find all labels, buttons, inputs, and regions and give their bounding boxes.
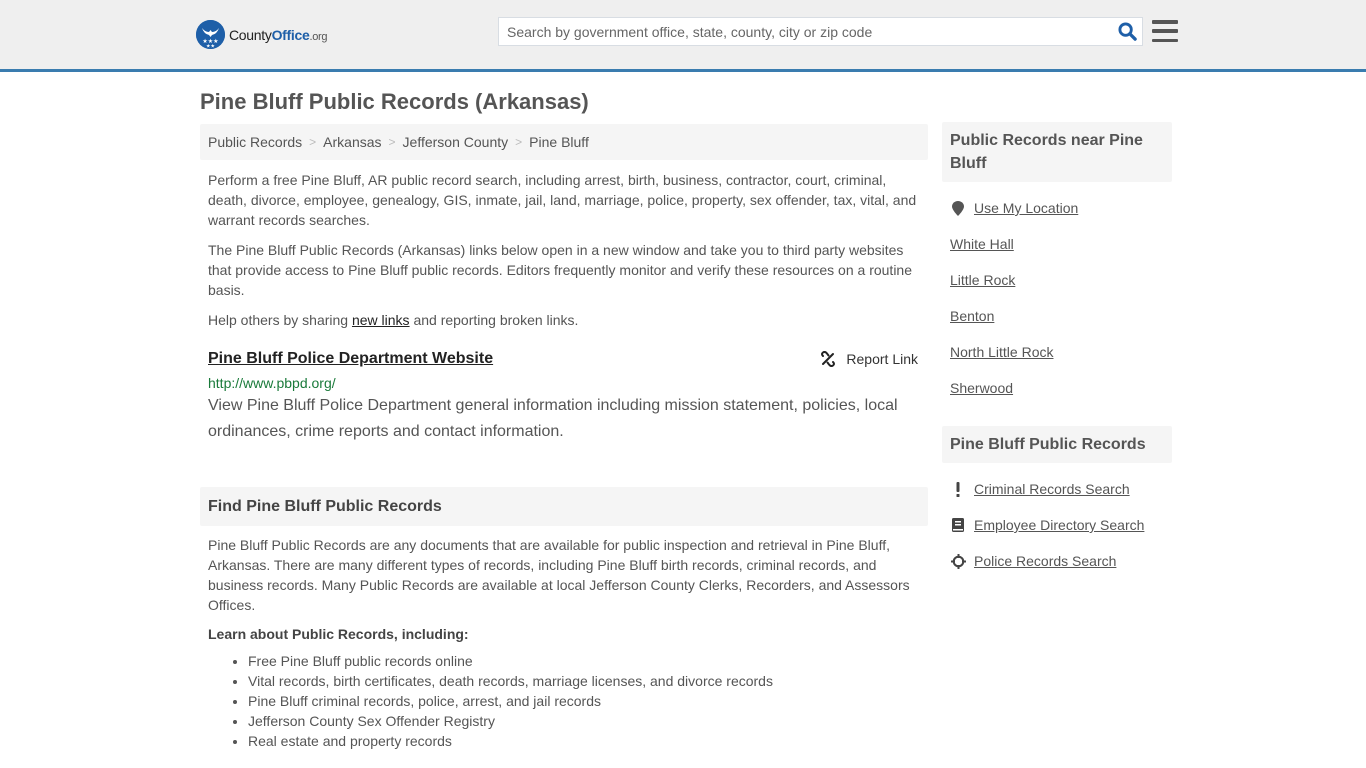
nearby-link-benton[interactable]: Benton: [950, 308, 994, 324]
main-content: Public Records > Arkansas > Jefferson Co…: [200, 124, 928, 751]
map-marker-icon: [950, 200, 966, 216]
city-records-heading: Pine Bluff Public Records: [942, 426, 1172, 463]
record-item: Pine Bluff Police Department Website Rep…: [200, 350, 928, 445]
criminal-records-search-link[interactable]: Criminal Records Search: [974, 481, 1130, 497]
police-records-search-link[interactable]: Police Records Search: [974, 553, 1116, 569]
list-item: Free Pine Bluff public records online: [248, 651, 928, 671]
learn-about-list: Free Pine Bluff public records online Vi…: [200, 651, 928, 751]
breadcrumb-arkansas[interactable]: Arkansas: [323, 134, 381, 150]
list-item: Jefferson County Sex Offender Registry: [248, 711, 928, 731]
broken-link-icon: [821, 351, 836, 367]
nearby-link-white-hall[interactable]: White Hall: [950, 236, 1014, 252]
site-logo[interactable]: ★★★ ★★ CountyOffice.org: [196, 20, 328, 49]
breadcrumb-public-records[interactable]: Public Records: [208, 134, 302, 150]
list-item: Pine Bluff criminal records, police, arr…: [248, 691, 928, 711]
record-title-link[interactable]: Pine Bluff Police Department Website: [208, 350, 493, 367]
nearby-item: North Little Rock: [942, 334, 1172, 370]
find-records-heading: Find Pine Bluff Public Records: [200, 487, 928, 526]
page-title: Pine Bluff Public Records (Arkansas): [200, 89, 589, 114]
use-my-location-item: Use My Location: [942, 190, 1172, 226]
city-record-item: Criminal Records Search: [942, 471, 1172, 507]
nearby-item: Sherwood: [942, 370, 1172, 406]
search-input[interactable]: [499, 18, 1112, 45]
nearby-link-sherwood[interactable]: Sherwood: [950, 380, 1013, 396]
list-item: Real estate and property records: [248, 731, 928, 751]
record-description: View Pine Bluff Police Department genera…: [208, 397, 898, 440]
logo-wordmark: CountyOffice.org: [229, 26, 328, 43]
breadcrumb-separator: >: [515, 135, 523, 149]
search-icon: [1117, 22, 1137, 41]
report-link-label: Report Link: [846, 351, 918, 367]
city-record-item: Employee Directory Search: [942, 507, 1172, 543]
breadcrumb-pine-bluff[interactable]: Pine Bluff: [529, 134, 589, 150]
exclamation-icon: [950, 481, 966, 497]
breadcrumb-jefferson-county[interactable]: Jefferson County: [403, 134, 509, 150]
intro-paragraph: Perform a free Pine Bluff, AR public rec…: [208, 172, 917, 228]
site-header: ★★★ ★★ CountyOffice.org: [0, 0, 1366, 72]
report-link-button[interactable]: Report Link: [820, 351, 918, 367]
new-links-link[interactable]: new links: [352, 312, 410, 328]
svg-text:★★: ★★: [206, 44, 215, 50]
nearby-item: Benton: [942, 298, 1172, 334]
breadcrumb-separator: >: [388, 135, 396, 149]
employee-directory-search-link[interactable]: Employee Directory Search: [974, 517, 1144, 533]
crosshairs-icon: [950, 553, 966, 569]
hamburger-menu-icon[interactable]: [1152, 19, 1178, 43]
sidebar: Public Records near Pine Bluff Use My Lo…: [942, 122, 1172, 579]
help-paragraph: Help others by sharing new links and rep…: [208, 312, 579, 328]
nearby-link-little-rock[interactable]: Little Rock: [950, 272, 1015, 288]
disclaimer-paragraph: The Pine Bluff Public Records (Arkansas)…: [208, 242, 912, 298]
search-bar: [498, 17, 1143, 46]
nearby-heading: Public Records near Pine Bluff: [942, 122, 1172, 182]
learn-about-heading: Learn about Public Records, including:: [208, 626, 469, 642]
nearby-link-north-little-rock[interactable]: North Little Rock: [950, 344, 1053, 360]
city-record-item: Police Records Search: [942, 543, 1172, 579]
search-button[interactable]: [1112, 18, 1142, 45]
breadcrumb: Public Records > Arkansas > Jefferson Co…: [200, 124, 928, 160]
eagle-stars-badge-icon: ★★★ ★★: [196, 20, 225, 49]
breadcrumb-separator: >: [309, 135, 317, 149]
book-icon: [950, 518, 966, 532]
find-records-body: Pine Bluff Public Records are any docume…: [208, 537, 910, 613]
use-my-location-link[interactable]: Use My Location: [974, 200, 1078, 216]
list-item: Vital records, birth certificates, death…: [248, 671, 928, 691]
nearby-item: Little Rock: [942, 262, 1172, 298]
record-url-link[interactable]: http://www.pbpd.org/: [208, 375, 920, 391]
nearby-item: White Hall: [942, 226, 1172, 262]
